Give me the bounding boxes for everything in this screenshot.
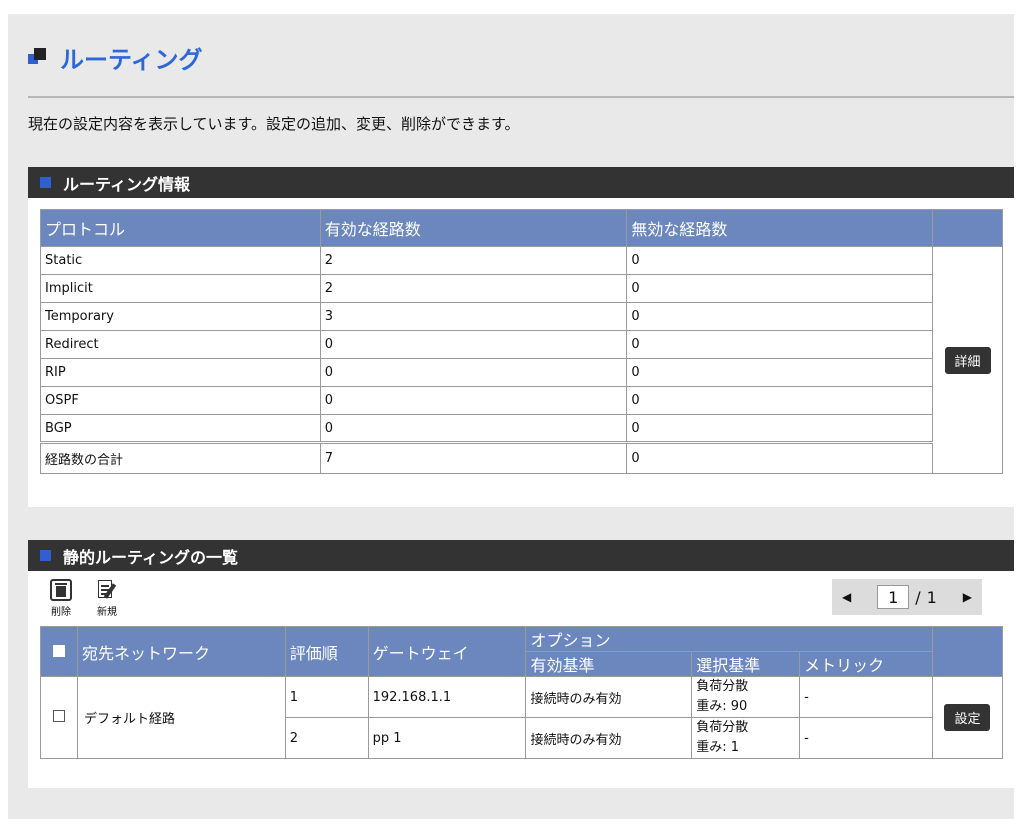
table-row: Implicit 2 0 bbox=[40, 274, 1003, 303]
protocol-cell: BGP bbox=[40, 414, 321, 443]
invalid-count-cell: 0 bbox=[626, 386, 934, 415]
metric-cell: - bbox=[799, 676, 933, 718]
select-basis-weight: 重み: 1 bbox=[696, 740, 740, 755]
protocol-cell: Temporary bbox=[40, 302, 321, 331]
table-row: Static 2 0 詳細 bbox=[40, 246, 1003, 474]
metric-cell: - bbox=[799, 717, 933, 759]
col-destination: 宛先ネットワーク bbox=[76, 626, 286, 677]
settings-cell: 設定 bbox=[931, 676, 1004, 759]
invalid-count-cell: 0 bbox=[626, 246, 934, 275]
protocol-cell: RIP bbox=[40, 358, 321, 387]
col-metric: メトリック bbox=[799, 651, 933, 677]
row-checkbox[interactable] bbox=[52, 709, 65, 722]
protocol-cell: Static bbox=[40, 246, 321, 275]
total-valid-cell: 7 bbox=[319, 442, 628, 474]
total-label-cell: 経路数の合計 bbox=[40, 442, 321, 474]
col-select-basis: 選択基準 bbox=[691, 651, 801, 677]
routing-info-heading: ルーティング情報 bbox=[28, 167, 1014, 198]
invalid-count-cell: 0 bbox=[626, 414, 934, 443]
col-action bbox=[932, 209, 1003, 247]
delete-label: 削除 bbox=[51, 607, 71, 618]
destination-cell: デフォルト経路 bbox=[76, 676, 286, 759]
table-row: Redirect 0 0 bbox=[40, 330, 1003, 359]
page-description: 現在の設定内容を表示しています。設定の追加、変更、削除ができます。 bbox=[28, 115, 520, 133]
order-cell: 2 bbox=[284, 717, 369, 759]
detail-cell: 詳細 bbox=[932, 246, 1003, 474]
select-all-cell bbox=[40, 626, 78, 677]
col-valid-basis: 有効基準 bbox=[525, 651, 693, 677]
title-divider bbox=[28, 96, 1014, 98]
new-document-icon bbox=[96, 579, 118, 601]
delete-tool[interactable]: 削除 bbox=[50, 579, 72, 618]
invalid-count-cell: 0 bbox=[626, 330, 934, 359]
page-separator: / bbox=[915, 587, 921, 607]
static-routing-heading-text: 静的ルーティングの一覧 bbox=[63, 547, 239, 567]
page-title: ルーティング bbox=[60, 45, 203, 74]
routing-info-table: プロトコル 有効な経路数 無効な経路数 Static 2 0 詳細 Implic… bbox=[40, 209, 1003, 474]
valid-count-cell: 0 bbox=[319, 386, 628, 415]
col-valid-routes: 有効な経路数 bbox=[319, 209, 628, 247]
page-total: 1 bbox=[926, 587, 937, 607]
table-row: Temporary 3 0 bbox=[40, 302, 1003, 331]
static-routing-table: 宛先ネットワーク 評価順 ゲートウェイ オプション 有効基準 選択基準 メトリッ… bbox=[40, 626, 1004, 759]
valid-basis-cell: 接続時のみ有効 bbox=[525, 676, 693, 718]
select-basis-weight: 重み: 90 bbox=[696, 699, 748, 714]
new-tool[interactable]: 新規 bbox=[96, 579, 118, 618]
table-row: OSPF 0 0 bbox=[40, 386, 1003, 415]
prev-page-button[interactable]: ◀ bbox=[842, 590, 851, 604]
gateway-cell: pp 1 bbox=[367, 717, 527, 759]
trash-icon bbox=[50, 579, 72, 601]
invalid-count-cell: 0 bbox=[626, 358, 934, 387]
invalid-count-cell: 0 bbox=[626, 302, 934, 331]
select-basis-cell: 負荷分散 重み: 1 bbox=[691, 717, 801, 759]
routing-info-heading-text: ルーティング情報 bbox=[63, 174, 191, 194]
select-all-checkbox[interactable] bbox=[52, 645, 65, 657]
gateway-cell: 192.168.1.1 bbox=[367, 676, 527, 718]
valid-count-cell: 2 bbox=[319, 274, 628, 303]
table-row: BGP 0 0 bbox=[40, 414, 1003, 443]
total-invalid-cell: 0 bbox=[626, 442, 934, 474]
select-basis-method: 負荷分散 bbox=[696, 679, 749, 694]
protocol-cell: OSPF bbox=[40, 386, 321, 415]
valid-count-cell: 0 bbox=[319, 414, 628, 443]
row-select-cell bbox=[40, 676, 78, 759]
protocol-cell: Implicit bbox=[40, 274, 321, 303]
page-number-input[interactable]: 1 bbox=[877, 585, 910, 609]
static-routing-heading: 静的ルーティングの一覧 bbox=[28, 540, 1014, 571]
col-option: オプション bbox=[525, 626, 933, 652]
order-cell: 1 bbox=[284, 676, 369, 718]
col-gateway: ゲートウェイ bbox=[367, 626, 527, 677]
pagination: ◀ 1 / 1 ▶ bbox=[832, 579, 982, 615]
select-basis-cell: 負荷分散 重み: 90 bbox=[691, 676, 801, 718]
col-invalid-routes: 無効な経路数 bbox=[626, 209, 934, 247]
col-order: 評価順 bbox=[284, 626, 369, 677]
new-label: 新規 bbox=[97, 607, 117, 618]
table-row: デフォルト経路 1 192.168.1.1 接続時のみ有効 負荷分散 重み: 9… bbox=[40, 676, 1004, 759]
col-action bbox=[931, 626, 1004, 677]
valid-count-cell: 2 bbox=[319, 246, 628, 275]
valid-count-cell: 0 bbox=[319, 358, 628, 387]
col-protocol: プロトコル bbox=[40, 209, 321, 247]
heading-square-icon bbox=[40, 550, 51, 561]
routing-title-icon bbox=[28, 46, 50, 68]
valid-count-cell: 0 bbox=[319, 330, 628, 359]
total-row: 経路数の合計 7 0 bbox=[40, 442, 1003, 474]
valid-count-cell: 3 bbox=[319, 302, 628, 331]
valid-basis-cell: 接続時のみ有効 bbox=[525, 717, 693, 759]
next-page-button[interactable]: ▶ bbox=[963, 590, 972, 604]
table-row: RIP 0 0 bbox=[40, 358, 1003, 387]
heading-square-icon bbox=[40, 177, 51, 188]
page-title-row: ルーティング bbox=[28, 40, 203, 74]
select-basis-method: 負荷分散 bbox=[696, 720, 749, 735]
protocol-cell: Redirect bbox=[40, 330, 321, 359]
detail-button[interactable]: 詳細 bbox=[944, 346, 991, 374]
invalid-count-cell: 0 bbox=[626, 274, 934, 303]
settings-button[interactable]: 設定 bbox=[944, 704, 991, 731]
